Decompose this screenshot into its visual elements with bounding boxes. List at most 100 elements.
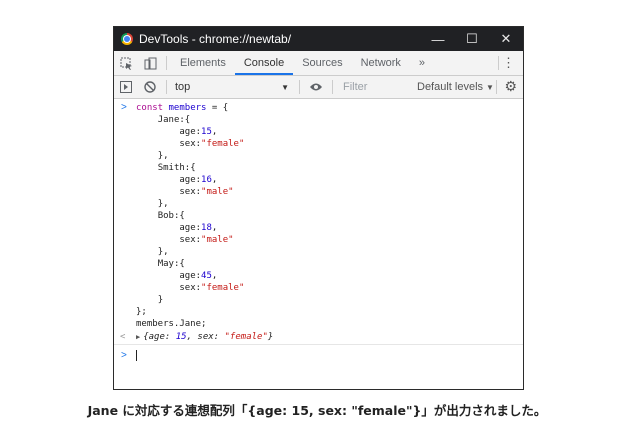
tab-console[interactable]: Console	[234, 51, 294, 75]
code-token: },	[157, 247, 169, 257]
code-token: ,	[211, 127, 218, 137]
device-toolbar-icon[interactable]	[138, 51, 162, 75]
code-token: ,	[211, 223, 218, 233]
code-token: members	[168, 103, 207, 113]
code-token: },	[157, 151, 169, 161]
context-value: top	[175, 81, 191, 93]
code-token: 45	[201, 271, 212, 281]
more-tabs-button[interactable]: »	[410, 51, 434, 75]
code-line: Jane:{	[114, 114, 523, 126]
code-line: age:45,	[114, 270, 523, 282]
window-title: DevTools - chrome://newtab/	[139, 32, 292, 46]
code-line: > const members = {	[114, 102, 523, 114]
code-token: 15	[201, 127, 212, 137]
code-line: Bob:{	[114, 210, 523, 222]
tab-sources[interactable]: Sources	[293, 51, 351, 75]
code-line: age:15,	[114, 126, 523, 138]
result-mid: , sex:	[186, 332, 225, 342]
devtools-window: DevTools - chrome://newtab/ — ☐ ✕ Elemen…	[113, 26, 524, 390]
code-token: "male"	[201, 235, 234, 245]
code-input-block: > const members = { Jane:{ age:15, sex:"f…	[114, 99, 523, 330]
toolbar-divider	[496, 80, 497, 94]
code-token: 16	[201, 175, 212, 185]
code-token: Bob:{	[157, 211, 185, 221]
prompt-icon: >	[121, 350, 127, 361]
code-line: members.Jane;	[114, 318, 523, 330]
clear-console-icon[interactable]	[138, 75, 162, 99]
code-line: sex:"female"	[114, 138, 523, 150]
code-line: sex:"female"	[114, 282, 523, 294]
code-line: sex:"male"	[114, 186, 523, 198]
title-bar: DevTools - chrome://newtab/ — ☐ ✕	[114, 27, 523, 51]
code-line: },	[114, 198, 523, 210]
code-token: age:	[179, 175, 202, 185]
result-arrow-icon: <	[120, 332, 126, 342]
code-token: ,	[211, 175, 218, 185]
code-token: "female"	[201, 139, 245, 149]
result-suffix: }	[267, 332, 274, 342]
text-caret	[136, 350, 137, 361]
log-levels-dropdown[interactable]: Default levels ▼	[417, 81, 494, 93]
toolbar-divider	[498, 56, 499, 70]
code-token: };	[136, 307, 147, 317]
expand-triangle-icon[interactable]: ▶	[136, 333, 140, 341]
code-token: },	[157, 199, 169, 209]
code-token: Jane:{	[157, 115, 191, 125]
code-line: Smith:{	[114, 162, 523, 174]
result-sex: "female"	[224, 332, 268, 342]
live-expression-eye-icon[interactable]	[304, 75, 328, 99]
gear-icon[interactable]: ⚙	[504, 78, 517, 95]
tab-bar: Elements Console Sources Network » ⋮	[114, 51, 523, 76]
show-sidebar-icon[interactable]	[114, 75, 138, 99]
inspect-element-icon[interactable]	[114, 51, 138, 75]
console-toolbar: top ▼ Filter Default levels ▼ ⚙	[114, 76, 523, 99]
close-button[interactable]: ✕	[489, 31, 523, 47]
toolbar-divider	[166, 56, 167, 70]
maximize-button[interactable]: ☐	[455, 31, 489, 47]
result-line: < ▶ {age: 15, sex: "female"}	[114, 330, 523, 345]
dropdown-arrow-icon: ▼	[281, 82, 289, 92]
code-token: }	[157, 295, 164, 305]
code-line: sex:"male"	[114, 234, 523, 246]
code-line: }	[114, 294, 523, 306]
result-age: 15	[175, 332, 187, 342]
code-token: "male"	[201, 187, 234, 197]
code-token: sex:	[179, 139, 202, 149]
minimize-button[interactable]: —	[421, 32, 455, 47]
code-line: },	[114, 150, 523, 162]
toolbar-divider	[166, 80, 167, 94]
code-line: age:16,	[114, 174, 523, 186]
context-selector[interactable]: top ▼	[171, 81, 295, 93]
toolbar-divider	[299, 80, 300, 94]
code-token: Smith:{	[157, 163, 196, 173]
tab-elements[interactable]: Elements	[171, 51, 235, 75]
code-line: age:18,	[114, 222, 523, 234]
code-token: age:	[179, 271, 202, 281]
code-token: ,	[211, 271, 218, 281]
prompt-icon: >	[121, 102, 127, 113]
log-levels-label: Default levels	[417, 81, 484, 93]
code-token: 18	[201, 223, 212, 233]
tab-network[interactable]: Network	[352, 51, 410, 75]
menu-icon[interactable]: ⋮	[502, 51, 515, 75]
code-token: sex:	[179, 235, 202, 245]
chrome-logo-icon	[121, 33, 133, 45]
code-token: sex:	[179, 283, 202, 293]
code-line: },	[114, 246, 523, 258]
console-input[interactable]: >	[114, 345, 523, 367]
console-output: > const members = { Jane:{ age:15, sex:"f…	[114, 99, 523, 367]
code-token: age:	[179, 223, 202, 233]
code-line: };	[114, 306, 523, 318]
filter-input[interactable]: Filter	[339, 79, 401, 95]
